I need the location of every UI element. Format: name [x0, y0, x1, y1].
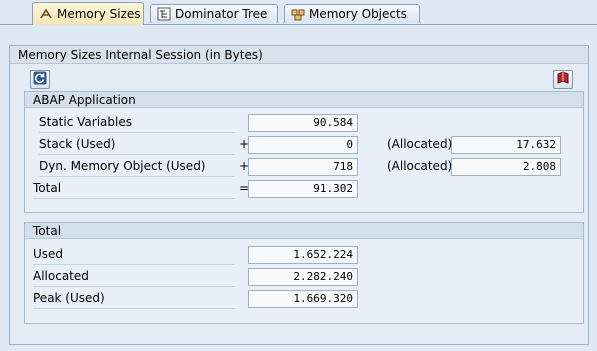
- label-allocated-total: Allocated: [33, 269, 89, 283]
- stack-used-field[interactable]: 0: [248, 136, 358, 154]
- label-used: Used: [33, 247, 64, 261]
- tab-memory-objects[interactable]: Memory Objects: [284, 4, 420, 23]
- row-underline: [39, 154, 235, 155]
- memory-objects-icon: [291, 7, 305, 21]
- label-allocated: (Allocated): [387, 159, 453, 173]
- tab-dominator-tree[interactable]: Dominator Tree: [150, 4, 278, 23]
- total-allocated-field[interactable]: 2.282.240: [248, 268, 358, 286]
- total-used-field[interactable]: 1.652.224: [248, 246, 358, 264]
- row-underline: [33, 308, 235, 309]
- label-peak-used: Peak (Used): [33, 291, 105, 305]
- stack-allocated-field[interactable]: 17.632: [451, 136, 561, 154]
- total-peak-used-field[interactable]: 1.669.320: [248, 290, 358, 308]
- frame-title: Memory Sizes Internal Session (in Bytes): [10, 46, 588, 64]
- label-dyn-memory-object: Dyn. Memory Object (Used): [39, 159, 206, 173]
- label-static-variables: Static Variables: [39, 115, 132, 129]
- dyn-memory-used-field[interactable]: 718: [248, 158, 358, 176]
- info-book-icon: [556, 71, 570, 88]
- memory-sizes-icon: [39, 7, 53, 21]
- tab-label: Dominator Tree: [175, 7, 268, 21]
- row-underline: [33, 198, 235, 199]
- label-stack-used: Stack (Used): [39, 137, 116, 151]
- tab-bar: Memory Sizes Dominator Tree Memory Objec…: [0, 0, 597, 25]
- group-title: ABAP Application: [25, 92, 583, 108]
- tab-memory-sizes[interactable]: Memory Sizes: [32, 2, 144, 25]
- memory-sizes-frame: Memory Sizes Internal Session (in Bytes)…: [9, 45, 589, 345]
- static-variables-field[interactable]: 90.584: [248, 114, 358, 132]
- tab-label: Memory Objects: [309, 7, 407, 21]
- label-total: Total: [33, 181, 62, 195]
- dominator-tree-icon: [157, 7, 171, 21]
- group-title: Total: [25, 223, 583, 239]
- info-button[interactable]: [553, 70, 573, 89]
- label-allocated: (Allocated): [387, 137, 453, 151]
- abap-total-field[interactable]: 91.302: [248, 180, 358, 198]
- row-underline: [39, 132, 235, 133]
- refresh-button[interactable]: [30, 70, 50, 89]
- tab-label: Memory Sizes: [57, 7, 141, 21]
- row-underline: [33, 264, 235, 265]
- row-underline: [39, 176, 235, 177]
- row-underline: [33, 286, 235, 287]
- abap-application-group: ABAP Application Static Variables 90.584…: [24, 91, 584, 213]
- dyn-memory-allocated-field[interactable]: 2.808: [451, 158, 561, 176]
- total-group: Total Used 1.652.224 Allocated 2.282.240…: [24, 222, 584, 324]
- refresh-icon: [33, 71, 47, 88]
